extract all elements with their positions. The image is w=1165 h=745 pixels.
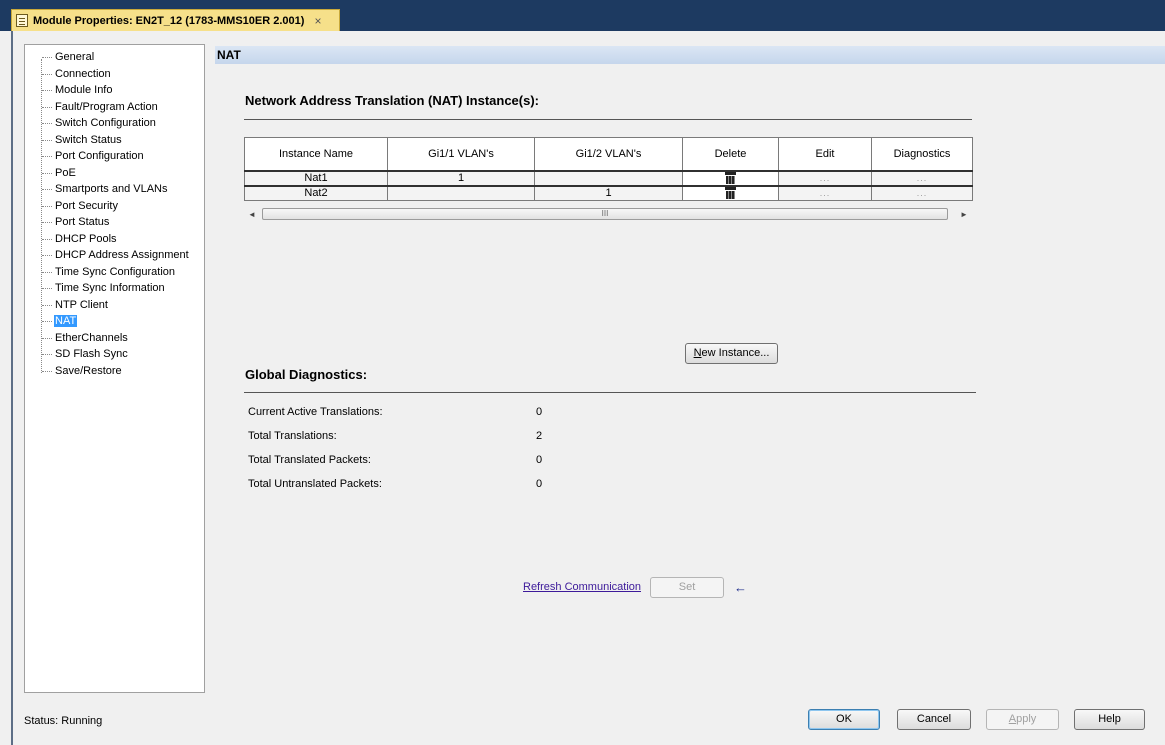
table-row[interactable]: Nat2 1 ... ... [244,185,973,201]
diagnostics-button[interactable]: ... [871,185,973,201]
sidebar-item-label: Save/Restore [55,364,122,377]
scrollbar-thumb[interactable]: III [262,208,948,220]
apply-button[interactable]: Apply [986,709,1059,730]
sidebar-item-time-sync-information[interactable]: Time Sync Information [25,280,204,297]
sidebar-item-switch-configuration[interactable]: Switch Configuration [25,115,204,132]
sidebar-item-label: NAT [54,315,78,327]
gi11-vlan-cell[interactable]: 1 [387,170,535,186]
status-text: Status: Running [24,715,103,727]
table-horizontal-scrollbar[interactable]: ◄ III ► [244,206,972,222]
total-translations-value: 2 [536,430,543,442]
sidebar-item-switch-status[interactable]: Switch Status [25,132,204,149]
sidebar-item-time-sync-configuration[interactable]: Time Sync Configuration [25,264,204,281]
delete-cell[interactable] [682,170,779,186]
sidebar-item-label: EtherChannels [55,331,128,344]
tab-title: Module Properties: EN2T_12 (1783-MMS10ER… [33,14,305,27]
module-properties-tab[interactable]: Module Properties: EN2T_12 (1783-MMS10ER… [11,9,340,31]
sidebar-item-poe[interactable]: PoE [25,165,204,182]
edit-button[interactable]: ... [778,185,872,201]
category-tree-list: General Connection Module Info Fault/Progra… [25,49,204,379]
sidebar-item-nat[interactable]: NAT [25,313,204,330]
column-header-gi12-vlans[interactable]: Gi1/2 VLAN's [534,137,683,171]
edit-button[interactable]: ... [778,170,872,186]
total-untranslated-packets-label: Total Untranslated Packets: [248,478,382,490]
set-button[interactable]: Set [650,577,724,598]
trash-icon[interactable] [725,172,736,185]
global-diagnostics-rule [244,392,976,393]
gi12-vlan-cell[interactable] [534,170,683,186]
category-tree: General Connection Module Info Fault/Progra… [24,44,205,693]
sidebar-item-port-security[interactable]: Port Security [25,198,204,215]
delete-cell[interactable] [682,185,779,201]
help-button[interactable]: Help [1074,709,1145,730]
total-translated-packets-value: 0 [536,454,543,466]
section-header: NAT [215,46,1165,64]
instance-name-cell[interactable]: Nat1 [244,170,388,186]
sidebar-item-label: DHCP Pools [55,232,117,245]
module-icon [16,14,28,27]
total-translations-label: Total Translations: [248,430,337,442]
cancel-button[interactable]: Cancel [897,709,971,730]
sidebar-item-dhcp-pools[interactable]: DHCP Pools [25,231,204,248]
sidebar-item-label: General [55,51,95,63]
sidebar-item-module-info[interactable]: Module Info [25,82,204,99]
current-active-translations-label: Current Active Translations: [248,406,383,418]
sidebar-item-label: DHCP Address Assignment [55,249,189,261]
sidebar-item-label: Time Sync Information [55,282,165,294]
global-diagnostics-heading: Global Diagnostics: [245,367,368,382]
sidebar-item-ntp-client[interactable]: NTP Client [25,297,204,314]
sidebar-item-save-restore[interactable]: Save/Restore [25,363,204,380]
sidebar-item-label: Port Status [55,216,110,228]
sidebar-item-etherchannels[interactable]: EtherChannels [25,330,204,347]
window-frame-edge [11,31,13,745]
scrollbar-track[interactable]: III [260,207,956,221]
sidebar-item-label: Port Configuration [55,150,144,162]
gi11-vlan-cell[interactable] [387,185,535,201]
sidebar-item-label: SD Flash Sync [55,348,128,360]
sidebar-item-label: PoE [55,166,76,179]
sidebar-item-sd-flash-sync[interactable]: SD Flash Sync [25,346,204,363]
column-header-instance-name[interactable]: Instance Name [244,137,388,171]
sidebar-item-label: Module Info [55,84,113,96]
column-header-edit[interactable]: Edit [778,137,872,171]
sidebar-item-general[interactable]: General [25,49,204,66]
table-header-row: Instance Name Gi1/1 VLAN's Gi1/2 VLAN's … [244,137,973,171]
title-bar: Module Properties: EN2T_12 (1783-MMS10ER… [0,0,1165,31]
nat-heading-rule [244,119,972,120]
sidebar-item-label: Switch Configuration [55,117,156,129]
trash-icon[interactable] [725,187,736,200]
scroll-left-arrow-icon[interactable]: ◄ [244,210,260,219]
pending-change-arrow-icon: ← [734,580,747,595]
table-row[interactable]: Nat1 1 ... ... [244,170,973,186]
instance-name-cell[interactable]: Nat2 [244,185,388,201]
nat-heading: Network Address Translation (NAT) Instan… [245,93,539,108]
diagnostics-button[interactable]: ... [871,170,973,186]
sidebar-item-label: Port Security [55,199,118,212]
ok-button[interactable]: OK [808,709,880,730]
sidebar-item-port-status[interactable]: Port Status [25,214,204,231]
sidebar-item-label: NTP Client [55,298,108,311]
close-icon[interactable]: × [314,14,321,28]
current-active-translations-value: 0 [536,406,543,418]
sidebar-item-label: Time Sync Configuration [55,265,176,278]
sidebar-item-connection[interactable]: Connection [25,66,204,83]
new-instance-button[interactable]: New Instance... [685,343,778,364]
sidebar-item-smartports-and-vlans[interactable]: Smartports and VLANs [25,181,204,198]
refresh-communication-link[interactable]: Refresh Communication [523,581,641,593]
scroll-right-arrow-icon[interactable]: ► [956,210,972,219]
column-header-diagnostics[interactable]: Diagnostics [871,137,973,171]
sidebar-item-dhcp-address-assignment[interactable]: DHCP Address Assignment [25,247,204,264]
sidebar-item-label: Connection [55,67,111,80]
total-translated-packets-label: Total Translated Packets: [248,454,371,466]
column-header-delete[interactable]: Delete [682,137,779,171]
sidebar-item-port-configuration[interactable]: Port Configuration [25,148,204,165]
sidebar-item-label: Switch Status [55,133,122,146]
nat-instance-table: Instance Name Gi1/1 VLAN's Gi1/2 VLAN's … [244,137,973,201]
sidebar-item-label: Smartports and VLANs [55,183,168,195]
sidebar-item-label: Fault/Program Action [55,100,158,113]
gi12-vlan-cell[interactable]: 1 [534,185,683,201]
sidebar-item-fault-program-action[interactable]: Fault/Program Action [25,99,204,116]
total-untranslated-packets-value: 0 [536,478,543,490]
column-header-gi11-vlans[interactable]: Gi1/1 VLAN's [387,137,535,171]
